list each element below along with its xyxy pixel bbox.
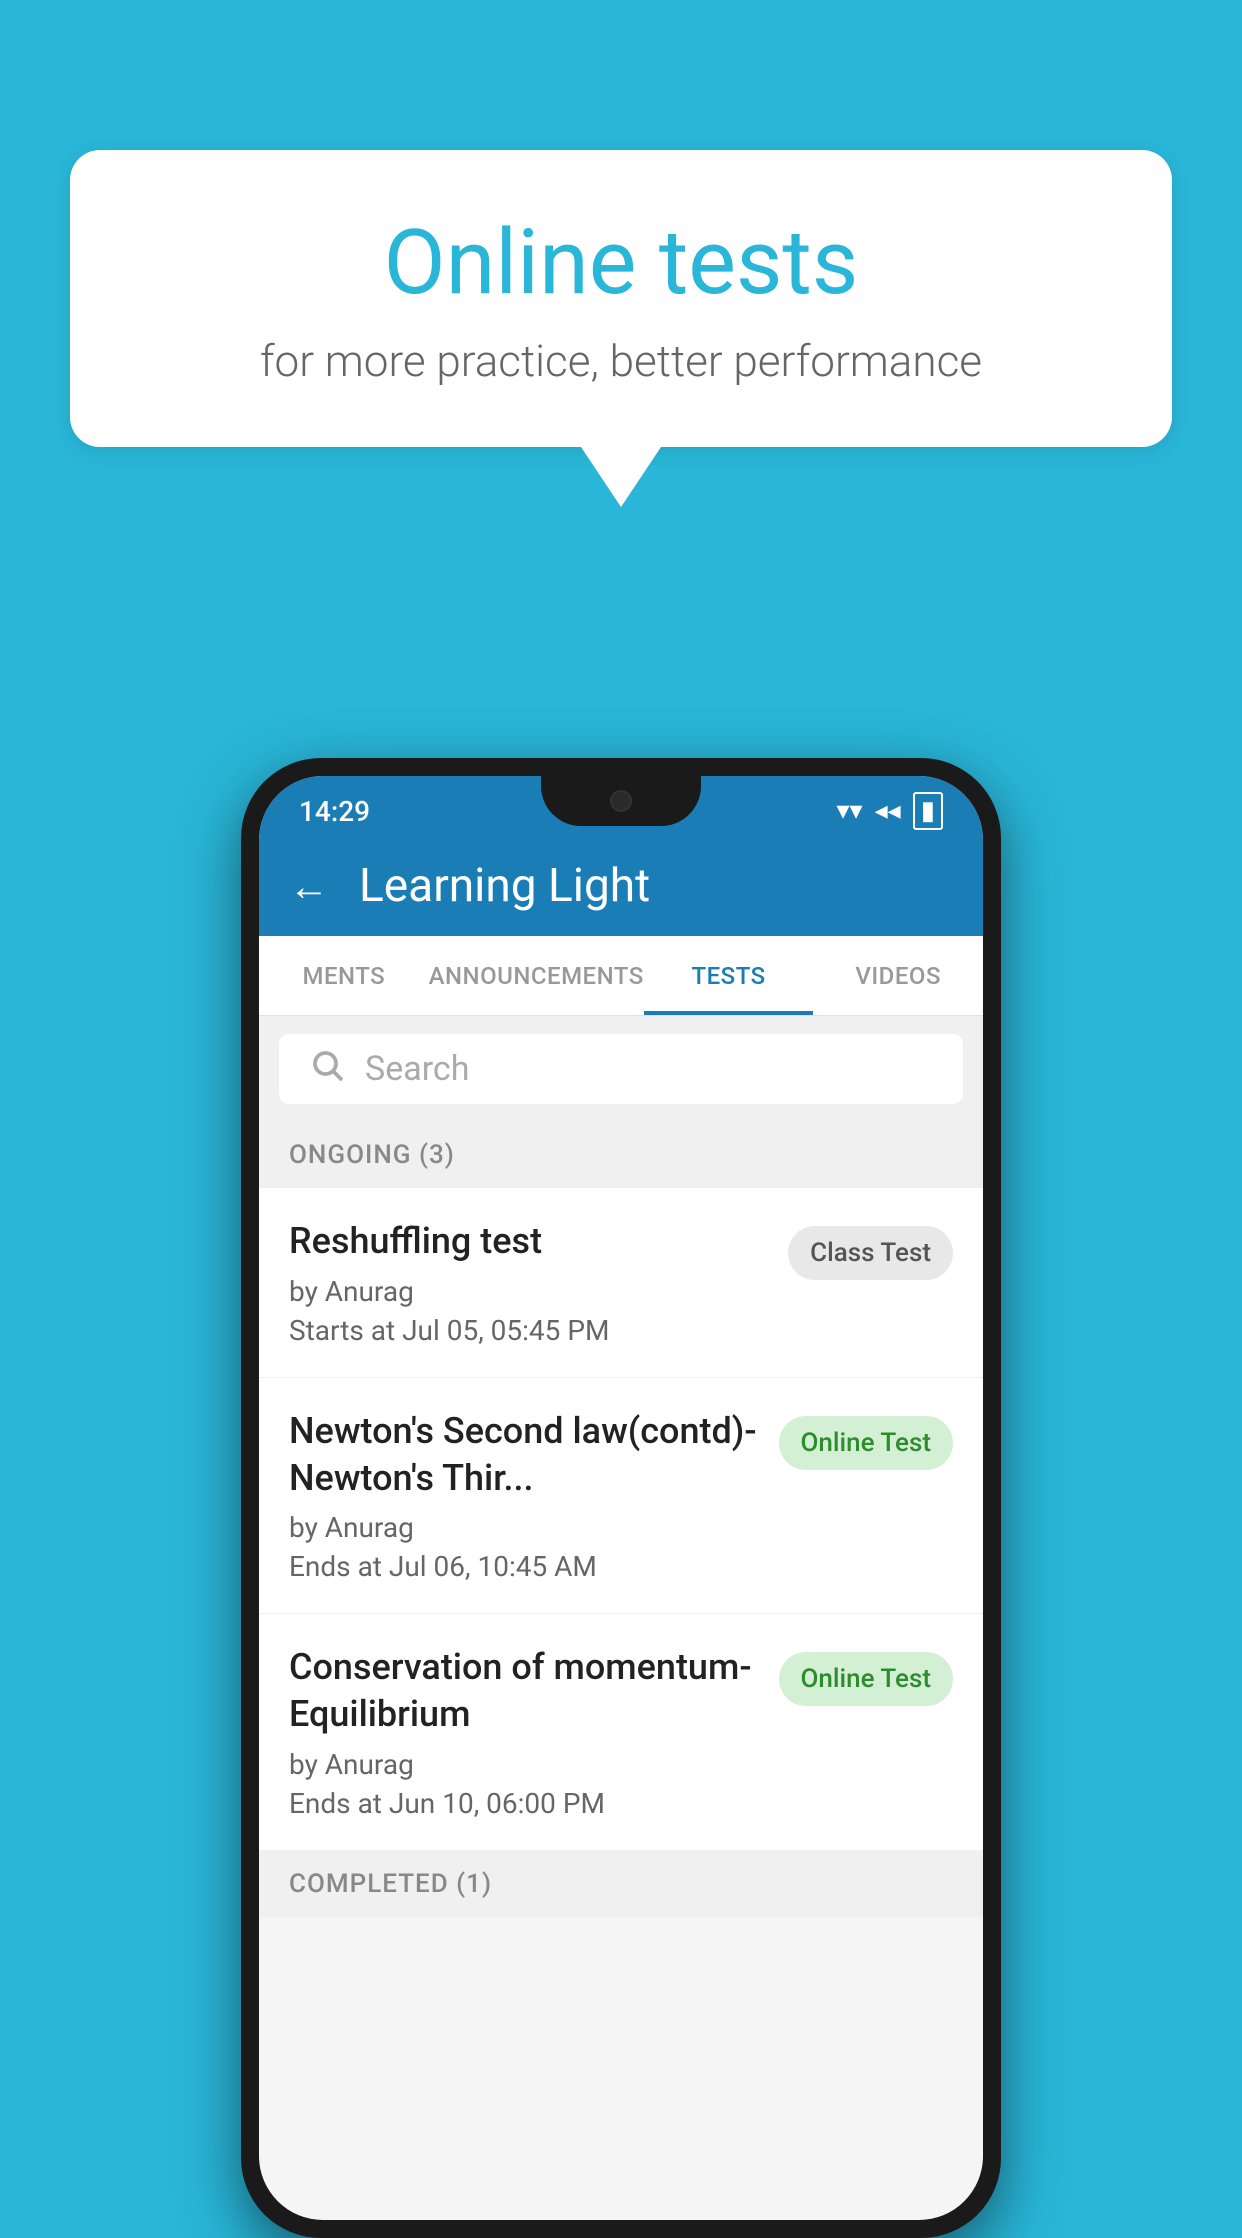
test-author-3: by Anurag <box>289 1748 759 1781</box>
tab-ments[interactable]: MENTS <box>259 936 429 1015</box>
test-item-1[interactable]: Reshuffling test by Anurag Starts at Jul… <box>259 1188 983 1378</box>
app-header-title: Learning Light <box>359 859 650 913</box>
test-badge-3: Online Test <box>779 1652 954 1706</box>
test-time-3: Ends at Jun 10, 06:00 PM <box>289 1787 759 1820</box>
test-info-3: Conservation of momentum-Equilibrium by … <box>289 1644 759 1820</box>
search-placeholder: Search <box>365 1049 469 1089</box>
phone-notch <box>541 776 701 826</box>
test-badge-2: Online Test <box>779 1416 954 1470</box>
test-item-3[interactable]: Conservation of momentum-Equilibrium by … <box>259 1614 983 1851</box>
search-container: Search <box>259 1016 983 1122</box>
front-camera <box>610 790 632 812</box>
battery-icon: ▮ <box>913 792 943 830</box>
tab-videos[interactable]: VIDEOS <box>813 936 983 1015</box>
test-item-2[interactable]: Newton's Second law(contd)-Newton's Thir… <box>259 1378 983 1615</box>
app-header: ← Learning Light <box>259 836 983 936</box>
test-badge-1: Class Test <box>788 1226 953 1280</box>
speech-bubble-container: Online tests for more practice, better p… <box>70 150 1172 507</box>
tab-tests[interactable]: TESTS <box>644 936 814 1015</box>
status-time: 14:29 <box>299 795 370 828</box>
bubble-title: Online tests <box>150 210 1092 315</box>
test-time-1: Starts at Jul 05, 05:45 PM <box>289 1314 768 1347</box>
speech-bubble: Online tests for more practice, better p… <box>70 150 1172 447</box>
bubble-subtitle: for more practice, better performance <box>150 335 1092 387</box>
ongoing-section-header: ONGOING (3) <box>259 1122 983 1188</box>
phone-frame: 14:29 ▾▾ ◂◂ ▮ ← Learning Light MENTS ANN… <box>241 758 1001 2238</box>
ongoing-section-title: ONGOING (3) <box>289 1140 455 1170</box>
content-area: Search ONGOING (3) Reshuffling test by A… <box>259 1016 983 2220</box>
test-author-1: by Anurag <box>289 1275 768 1308</box>
test-list: Reshuffling test by Anurag Starts at Jul… <box>259 1188 983 1851</box>
tab-announcements[interactable]: ANNOUNCEMENTS <box>429 936 644 1015</box>
test-info-1: Reshuffling test by Anurag Starts at Jul… <box>289 1218 768 1347</box>
tab-bar: MENTS ANNOUNCEMENTS TESTS VIDEOS <box>259 936 983 1016</box>
test-author-2: by Anurag <box>289 1511 759 1544</box>
test-name-1: Reshuffling test <box>289 1218 768 1265</box>
phone-screen: 14:29 ▾▾ ◂◂ ▮ ← Learning Light MENTS ANN… <box>259 776 983 2220</box>
bubble-tail <box>581 447 661 507</box>
back-button[interactable]: ← <box>289 863 329 910</box>
test-info-2: Newton's Second law(contd)-Newton's Thir… <box>289 1408 759 1584</box>
completed-section-title: COMPLETED (1) <box>289 1869 492 1899</box>
status-icons: ▾▾ ◂◂ ▮ <box>836 792 943 830</box>
test-name-2: Newton's Second law(contd)-Newton's Thir… <box>289 1408 759 1502</box>
signal-icon: ◂◂ <box>875 796 901 826</box>
completed-section-header: COMPLETED (1) <box>259 1851 983 1917</box>
search-icon <box>309 1047 345 1092</box>
test-name-3: Conservation of momentum-Equilibrium <box>289 1644 759 1738</box>
wifi-icon: ▾▾ <box>836 796 862 826</box>
search-box[interactable]: Search <box>279 1034 963 1104</box>
test-time-2: Ends at Jul 06, 10:45 AM <box>289 1550 759 1583</box>
